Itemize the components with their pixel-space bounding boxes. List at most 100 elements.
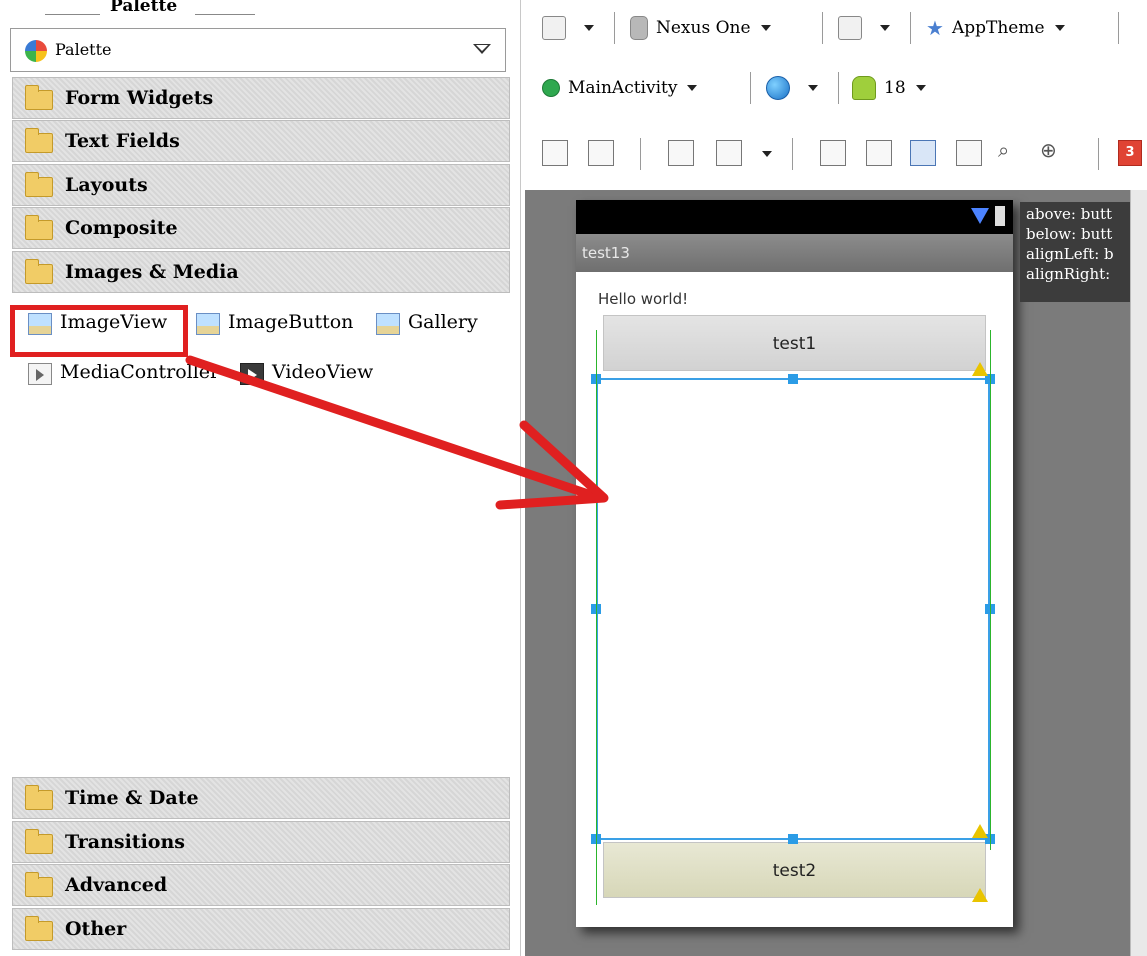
palette-item-label: ImageButton bbox=[228, 311, 354, 333]
globe-icon bbox=[766, 76, 790, 100]
theme-dropdown[interactable]: ★ AppTheme bbox=[926, 12, 1065, 44]
hello-textview[interactable]: Hello world! bbox=[598, 290, 688, 308]
chevron-down-icon bbox=[584, 25, 594, 31]
alignment-guide bbox=[990, 330, 991, 850]
videoview-icon bbox=[240, 363, 264, 385]
title-divider bbox=[195, 14, 255, 15]
show-margins-icon[interactable] bbox=[668, 140, 694, 166]
android-file-icon bbox=[542, 16, 566, 40]
preview-icon[interactable] bbox=[956, 140, 982, 166]
category-composite[interactable]: Composite bbox=[12, 207, 510, 249]
palette-selector[interactable]: Palette bbox=[10, 28, 506, 72]
device-dropdown[interactable]: Nexus One bbox=[630, 12, 771, 44]
layout-params-icon[interactable] bbox=[910, 140, 936, 166]
locale-dropdown[interactable] bbox=[766, 72, 818, 104]
toggle-fill-height-icon[interactable] bbox=[588, 140, 614, 166]
folder-icon bbox=[25, 215, 53, 240]
canvas-scrollbar[interactable] bbox=[1130, 190, 1147, 956]
category-form-widgets[interactable]: Form Widgets bbox=[12, 77, 510, 119]
category-text-fields[interactable]: Text Fields bbox=[12, 120, 510, 162]
tooltip-line: alignRight: bbox=[1026, 265, 1111, 283]
api-level-label: 18 bbox=[884, 78, 906, 98]
button-test2[interactable]: test2 bbox=[603, 842, 986, 898]
selected-view-bounds[interactable] bbox=[596, 378, 990, 840]
config-file-dropdown[interactable] bbox=[542, 12, 594, 44]
wifi-icon bbox=[971, 208, 989, 224]
palette-item-videoview[interactable]: VideoView bbox=[240, 355, 390, 395]
align-baseline-icon[interactable] bbox=[866, 140, 892, 166]
category-label: Composite bbox=[65, 217, 178, 239]
palette-item-gallery[interactable]: Gallery bbox=[376, 305, 496, 345]
imagebutton-icon bbox=[196, 313, 220, 335]
toolbar-separator bbox=[1118, 12, 1119, 44]
palette-view-title: Palette bbox=[0, 0, 512, 22]
app-action-bar: test13 bbox=[576, 234, 1013, 272]
button-test1[interactable]: test1 bbox=[603, 315, 986, 371]
folder-icon bbox=[25, 872, 53, 897]
resize-handle[interactable] bbox=[788, 834, 798, 844]
phone-icon bbox=[630, 16, 648, 40]
alignment-guide bbox=[596, 330, 597, 905]
layout-params-tooltip: above: butt below: butt alignLeft: b ali… bbox=[1020, 202, 1130, 302]
imageview-highlight-box bbox=[10, 305, 188, 357]
category-advanced[interactable]: Advanced bbox=[12, 864, 510, 906]
activity-dropdown[interactable]: MainActivity bbox=[542, 72, 698, 104]
palette-item-label: Gallery bbox=[408, 311, 478, 333]
folder-icon bbox=[25, 128, 53, 153]
open-folder-icon bbox=[25, 259, 53, 284]
dropdown-triangle-icon[interactable] bbox=[473, 44, 491, 54]
palette-item-imagebutton[interactable]: ImageButton bbox=[196, 305, 361, 345]
folder-icon bbox=[25, 785, 53, 810]
toolbar-separator bbox=[614, 12, 615, 44]
palette-selector-label: Palette bbox=[55, 40, 112, 59]
tooltip-line: above: butt bbox=[1026, 205, 1113, 223]
palette-icon bbox=[25, 40, 47, 62]
category-label: Other bbox=[65, 918, 127, 940]
toolbar-separator bbox=[822, 12, 823, 44]
category-images-media[interactable]: Images & Media bbox=[12, 251, 510, 293]
issues-badge[interactable]: 3 bbox=[1118, 140, 1142, 166]
palette-panel: Palette Palette Form Widgets Text Fields… bbox=[0, 0, 512, 956]
warning-icon bbox=[972, 824, 988, 838]
status-bar bbox=[576, 200, 1013, 234]
category-label: Transitions bbox=[65, 831, 185, 853]
folder-icon bbox=[25, 172, 53, 197]
activity-label: MainActivity bbox=[568, 78, 678, 98]
star-icon: ★ bbox=[926, 16, 944, 40]
title-divider bbox=[45, 14, 100, 15]
distribute-icon[interactable] bbox=[716, 140, 742, 166]
category-other[interactable]: Other bbox=[12, 908, 510, 950]
palette-view-title-text: Palette bbox=[110, 0, 178, 16]
palette-item-label: MediaController bbox=[60, 361, 220, 383]
category-transitions[interactable]: Transitions bbox=[12, 821, 510, 863]
toolbar-separator bbox=[640, 138, 641, 170]
folder-icon bbox=[25, 829, 53, 854]
tooltip-line: below: butt bbox=[1026, 225, 1113, 243]
chevron-down-icon[interactable] bbox=[762, 151, 772, 157]
category-time-date[interactable]: Time & Date bbox=[12, 777, 510, 819]
folder-icon bbox=[25, 85, 53, 110]
warning-icon bbox=[972, 362, 988, 376]
orientation-dropdown[interactable] bbox=[838, 12, 890, 44]
toggle-fill-width-icon[interactable] bbox=[542, 140, 568, 166]
chevron-down-icon bbox=[808, 85, 818, 91]
warning-icon bbox=[972, 888, 988, 902]
activity-icon bbox=[542, 79, 560, 97]
chevron-down-icon bbox=[760, 25, 771, 31]
category-label: Form Widgets bbox=[65, 87, 214, 109]
chevron-down-icon bbox=[880, 25, 890, 31]
category-label: Text Fields bbox=[65, 130, 180, 152]
align-center-icon[interactable] bbox=[820, 140, 846, 166]
category-label: Advanced bbox=[65, 874, 168, 896]
category-layouts[interactable]: Layouts bbox=[12, 164, 510, 206]
resize-handle[interactable] bbox=[788, 374, 798, 384]
toolbar-separator bbox=[750, 72, 751, 104]
api-level-dropdown[interactable]: 18 bbox=[852, 72, 926, 104]
zoom-out-icon[interactable]: ⌕ bbox=[998, 138, 1009, 162]
zoom-in-icon[interactable]: ⊕ bbox=[1040, 138, 1057, 162]
theme-label: AppTheme bbox=[951, 18, 1045, 38]
folder-icon bbox=[25, 916, 53, 941]
device-label: Nexus One bbox=[656, 18, 751, 38]
palette-item-mediacontroller[interactable]: MediaController bbox=[28, 355, 220, 395]
palette-item-label: VideoView bbox=[272, 361, 374, 383]
